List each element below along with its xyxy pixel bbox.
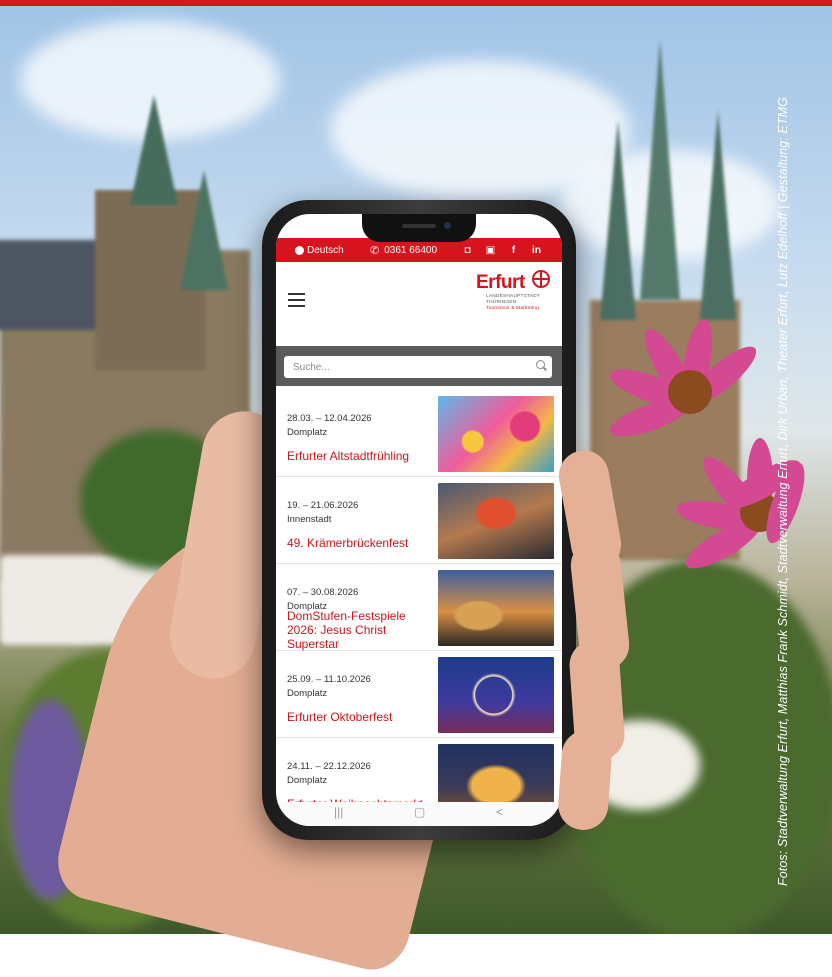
event-title[interactable]: 49. Krämerbrückenfest	[287, 536, 437, 550]
language-label: Deutsch	[307, 244, 344, 256]
search-bar	[276, 346, 562, 386]
event-title[interactable]: Erfurter Altstadtfrühling	[287, 449, 437, 463]
event-item[interactable]: 25.09. – 11.10.2026 Domplatz Erfurter Ok…	[276, 651, 562, 738]
logo-subline: LANDESHAUPTSTADT THÜRINGEN Tourismus & M…	[486, 294, 541, 311]
event-location: Domplatz	[287, 775, 328, 786]
brand-top-stripe	[0, 0, 832, 6]
hand-finger	[556, 728, 614, 832]
linkedin-icon[interactable]: in	[531, 245, 542, 256]
event-date: 19. – 21.06.2026	[287, 500, 359, 511]
event-item[interactable]: 07. – 30.08.2026 Domplatz DomStufen-Fest…	[276, 564, 562, 651]
event-thumbnail[interactable]	[438, 570, 554, 646]
event-item[interactable]: 28.03. – 12.04.2026 Domplatz Erfurter Al…	[276, 390, 562, 477]
search-input[interactable]	[284, 356, 552, 378]
social-links: ◘ ▣ f in	[462, 245, 542, 256]
hamburger-menu-icon[interactable]	[288, 293, 305, 311]
event-thumbnail[interactable]	[438, 657, 554, 733]
event-date: 24.11. – 22.12.2026	[287, 761, 371, 772]
event-location: Domplatz	[287, 688, 328, 699]
wheel-icon	[532, 270, 550, 288]
event-date: 07. – 30.08.2026	[287, 587, 359, 598]
back-icon[interactable]: <	[496, 805, 503, 819]
site-header: Erfurt LANDESHAUPTSTADT THÜRINGEN Touris…	[276, 262, 562, 346]
photo-credit: Fotos: Stadtverwaltung Erfurt, Matthias …	[776, 97, 790, 886]
instagram-icon[interactable]: ◘	[462, 245, 473, 256]
home-icon[interactable]: ▢	[414, 805, 425, 819]
phone-notch	[362, 214, 476, 242]
smartphone: Deutsch ✆ 0361 66400 ◘ ▣ f in Erfurt LAN…	[262, 200, 576, 840]
erfurt-logo[interactable]: Erfurt LANDESHAUPTSTADT THÜRINGEN Touris…	[476, 270, 556, 312]
event-location: Innenstadt	[287, 514, 332, 525]
phone-link[interactable]: ✆ 0361 66400	[370, 244, 437, 257]
event-location: Domplatz	[287, 427, 328, 438]
event-list: 28.03. – 12.04.2026 Domplatz Erfurter Al…	[276, 390, 562, 825]
event-title[interactable]: Erfurter Oktoberfest	[287, 710, 437, 724]
event-date: 28.03. – 12.04.2026	[287, 413, 372, 424]
event-thumbnail[interactable]	[438, 396, 554, 472]
phone-screen: Deutsch ✆ 0361 66400 ◘ ▣ f in Erfurt LAN…	[276, 214, 562, 826]
language-selector[interactable]: Deutsch	[295, 245, 344, 256]
youtube-icon[interactable]: ▣	[485, 245, 496, 256]
event-thumbnail[interactable]	[438, 483, 554, 559]
event-title[interactable]: DomStufen-Festspiele 2026: Jesus Christ …	[287, 609, 437, 651]
android-nav-bar: ||| ▢ <	[276, 802, 562, 826]
phone-number: 0361 66400	[384, 244, 438, 256]
globe-icon	[295, 245, 304, 255]
event-item[interactable]: 19. – 21.06.2026 Innenstadt 49. Krämerbr…	[276, 477, 562, 564]
search-icon[interactable]	[536, 360, 545, 369]
phone-icon: ✆	[370, 244, 380, 257]
event-date: 25.09. – 11.10.2026	[287, 674, 371, 685]
recents-icon[interactable]: |||	[334, 805, 343, 819]
facebook-icon[interactable]: f	[508, 245, 519, 256]
